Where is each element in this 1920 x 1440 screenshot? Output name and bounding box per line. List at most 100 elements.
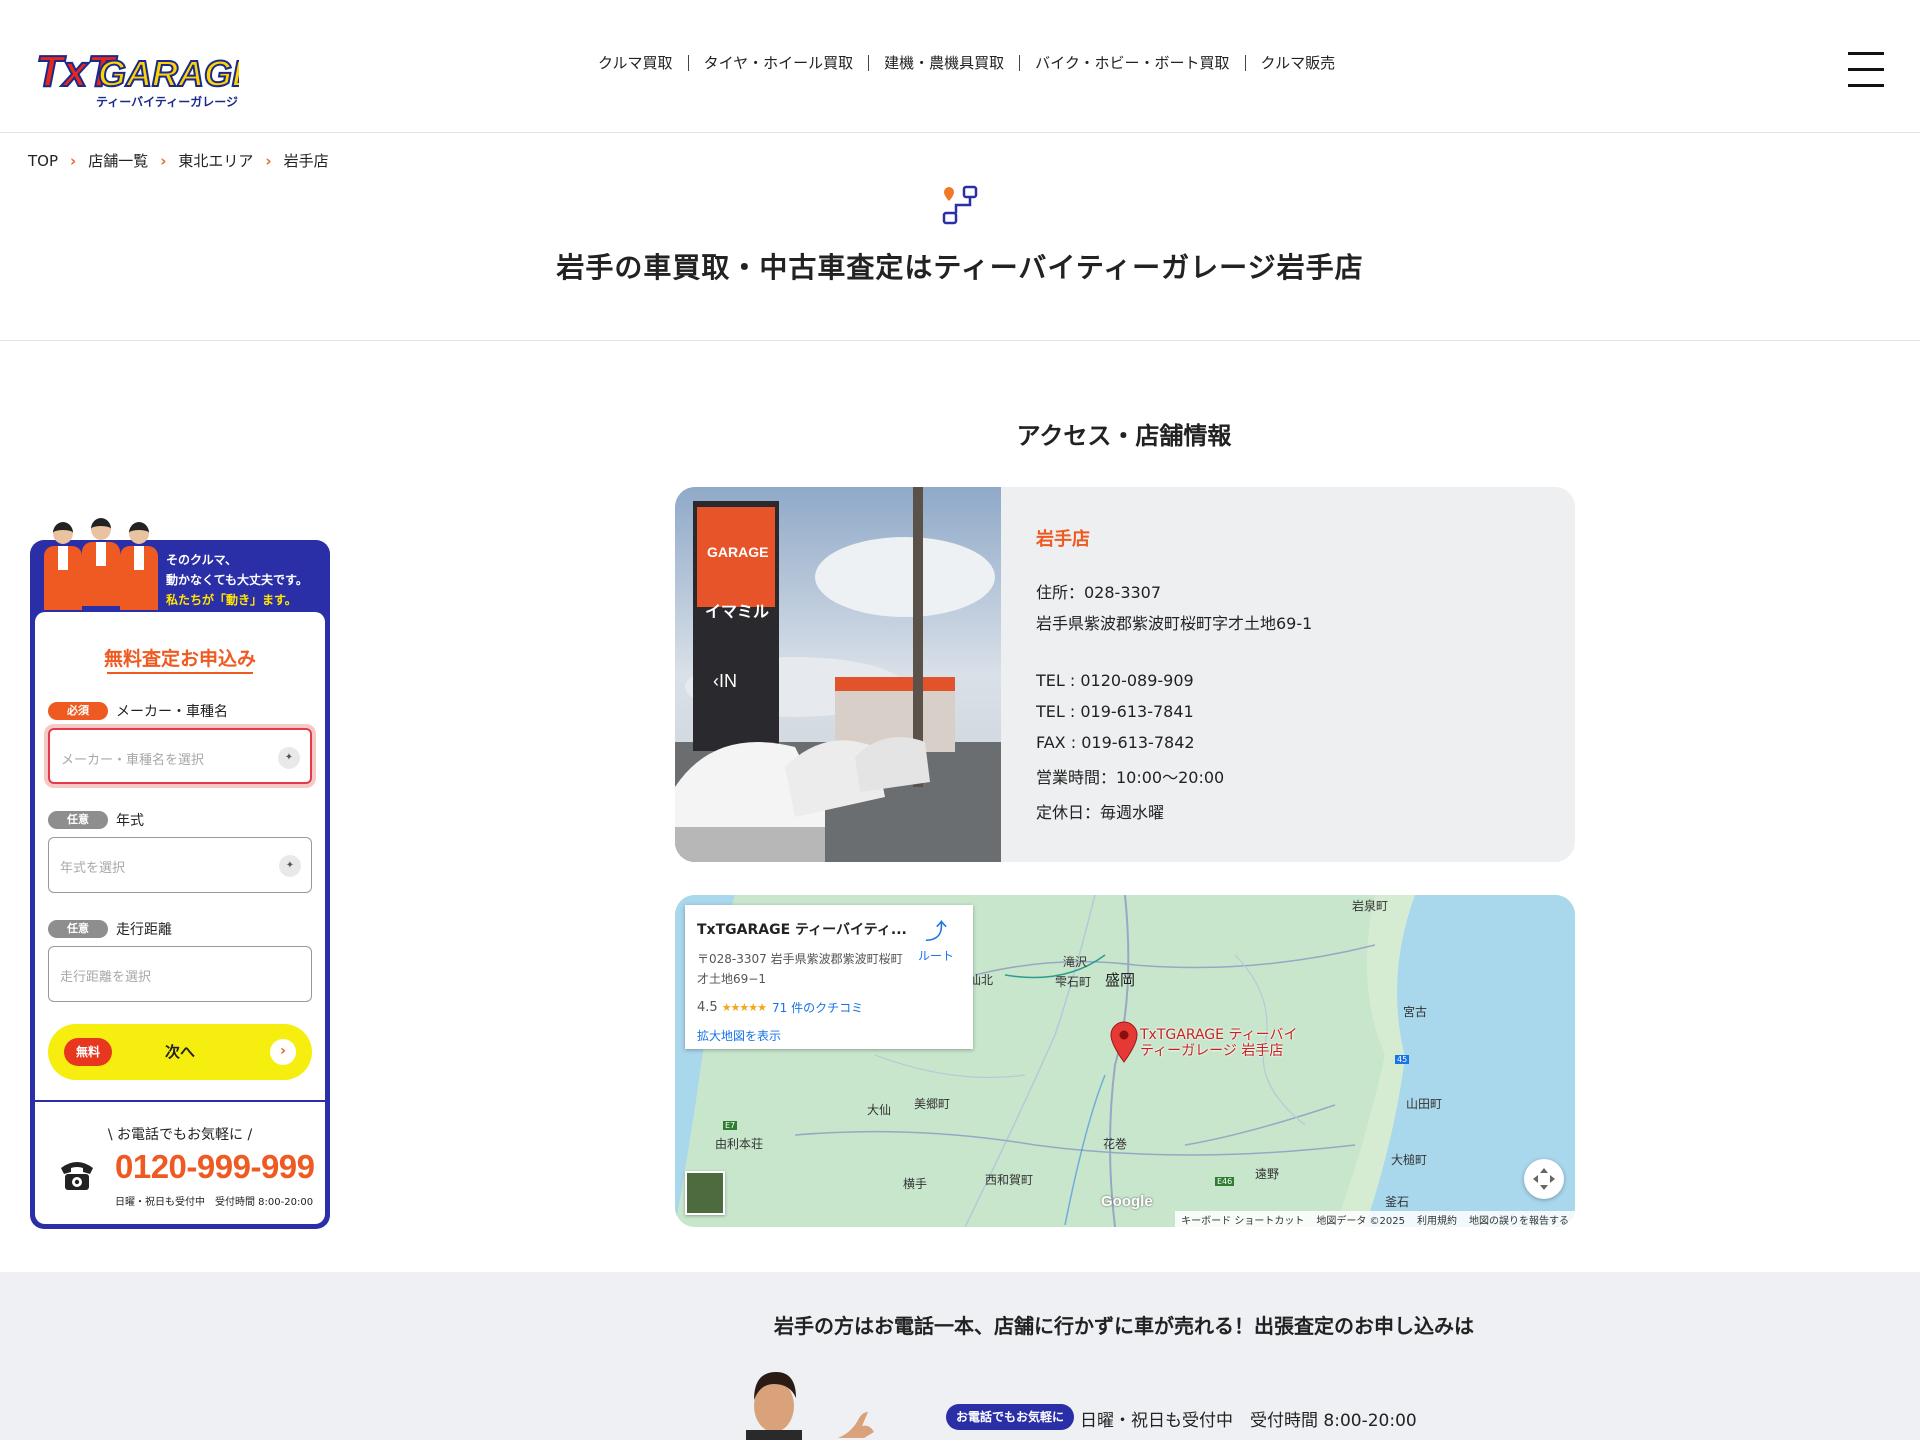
photo-sign-in: ‹IN <box>713 671 737 691</box>
divider <box>35 1100 325 1102</box>
page-title: 岩手の車買取・中古車査定はティーバイティーガレージ岩手店 <box>556 251 1364 284</box>
google-map[interactable]: 岩泉町 滝沢 雫石町 盛岡 仙北 宮古 山田町 大仙 美郷町 花巻 由利本荘 大… <box>675 895 1575 1227</box>
phone-cta-band: 岩手の方はお電話一本、店舗に行かずに車が売れる！出張査定のお申し込みは お電話で… <box>0 1272 1920 1440</box>
next-button[interactable]: 無料 次へ › <box>48 1024 312 1080</box>
store-postal: 住所：028-3307 <box>1036 583 1162 602</box>
map-card-rating: 4.5 ★★★★★ 71 件のクチコミ <box>697 999 863 1016</box>
form-title-underline <box>107 672 253 674</box>
svg-text:GARAGE: GARAGE <box>707 544 768 560</box>
band-title: 岩手の方はお電話一本、店舗に行かずに車が売れる！出張査定のお申し込みは <box>774 1314 1474 1338</box>
report-error-link[interactable]: 地図の誤りを報告する <box>1469 1212 1569 1227</box>
store-photo: GARAGE イマミル ‹IN <box>675 487 1001 862</box>
breadcrumb-tohoku[interactable]: 東北エリア <box>178 150 253 171</box>
banner-text: そのクルマ、 動かなくても大丈夫です。 私たちが「動き」ます。 <box>166 553 308 607</box>
hand-gesture-icon <box>838 1412 874 1438</box>
staff-illustration <box>82 518 120 610</box>
map-place-card: TxTGARAGE ティーバイティ... 〒028-3307 岩手県紫波郡紫波町… <box>685 905 973 1049</box>
breadcrumb: TOP › 店舗一覧 › 東北エリア › 岩手店 <box>28 150 329 171</box>
logo-graphic: TxT GARAGE ティーバイティーガレージ <box>35 46 258 109</box>
staff-illustration <box>120 522 158 614</box>
map-road-45: 45 <box>1395 1055 1410 1064</box>
map-place-otsuchi: 大槌町 <box>1391 1153 1428 1167</box>
year-select[interactable]: 年式を選択 ✦ <box>48 837 312 893</box>
global-nav: クルマ買取 タイヤ・ホイール買取 建機・農機具買取 バイク・ホビー・ボート買取 … <box>598 52 1335 73</box>
map-place-morioka: 盛岡 <box>1105 971 1136 989</box>
maker-model-select[interactable]: メーカー・車種名を選択 ✦ <box>48 728 312 784</box>
widget-banner: そのクルマ、 動かなくても大丈夫です。 私たちが「動き」ます。 <box>30 518 330 620</box>
nav-divider <box>1244 54 1246 71</box>
store-closed-day: 定休日：毎週水曜 <box>1036 803 1165 822</box>
nav-divider <box>1019 54 1021 71</box>
map-road-e7: E7 <box>723 1121 738 1130</box>
route-map-icon <box>942 185 978 225</box>
map-place-kamaishi: 釜石 <box>1385 1195 1410 1209</box>
breadcrumb-store-list[interactable]: 店舗一覧 <box>88 150 148 171</box>
map-road-e46: E46 <box>1215 1177 1235 1186</box>
quote-form: 無料査定お申込み 必須 メーカー・車種名 メーカー・車種名を選択 ✦ 任意 年式… <box>35 612 325 1224</box>
map-card-title: TxTGARAGE ティーバイティ... <box>697 922 907 938</box>
map-place-miyako: 宮古 <box>1403 1005 1428 1019</box>
nav-car-buying[interactable]: クルマ買取 <box>598 52 673 73</box>
optional-badge: 任意 <box>48 811 108 829</box>
nav-divider <box>687 54 689 71</box>
map-place-yokote: 横手 <box>903 1177 928 1191</box>
fullscreen-button[interactable] <box>1524 1159 1564 1199</box>
form-title: 無料査定お申込み <box>103 648 256 670</box>
optional-badge: 任意 <box>48 920 108 938</box>
map-data-credit: 地図データ ©2025 <box>1316 1215 1405 1227</box>
map-place-takizawa: 滝沢 <box>1063 955 1088 969</box>
store-details: 岩手店 住所：028-3307 岩手県紫波郡紫波町桜町字才土地69-1 TEL … <box>1036 525 1312 828</box>
map-place-yamada: 山田町 <box>1406 1097 1443 1111</box>
maker-model-placeholder: メーカー・車種名を選択 <box>61 753 205 768</box>
logo-garage-mark: GARAGE <box>98 53 239 94</box>
terms-link[interactable]: 利用規約 <box>1417 1212 1457 1227</box>
phone-number[interactable]: 0120-999-999 <box>115 1148 315 1186</box>
photo-sign-brand: イマミル <box>705 602 769 621</box>
satellite-toggle[interactable] <box>685 1171 725 1215</box>
band-hours: 日曜・祝日も受付中 受付時間 8:00-20:00 <box>1080 1411 1417 1431</box>
quote-form-widget: そのクルマ、 動かなくても大丈夫です。 私たちが「動き」ます。 無料査定お申込み… <box>30 518 330 1229</box>
map-place-shizukuishi: 雫石町 <box>1055 975 1092 989</box>
nav-bike-hobby-boat[interactable]: バイク・ホビー・ボート買取 <box>1035 52 1229 73</box>
breadcrumb-current: 岩手店 <box>283 152 329 170</box>
spokesperson-photo <box>746 1372 802 1440</box>
divider <box>0 340 1920 341</box>
map-place-nishiwaga: 西和賀町 <box>985 1173 1034 1187</box>
required-badge: 必須 <box>48 702 108 720</box>
nav-car-sales[interactable]: クルマ販売 <box>1261 52 1336 73</box>
store-tel[interactable]: TEL : 019-613-7841 <box>1036 696 1312 727</box>
map-place-iwaizumi: 岩泉町 <box>1352 899 1389 913</box>
store-hours: 営業時間：10:00〜20:00 <box>1036 768 1225 787</box>
access-section-title: アクセス・店舗情報 <box>1016 422 1232 450</box>
view-larger-map-link[interactable]: 拡大地図を表示 <box>697 1027 781 1044</box>
mileage-select[interactable]: 走行距離を選択 <box>48 946 312 1002</box>
map-pin-icon[interactable] <box>1109 1021 1139 1063</box>
reviews-link[interactable]: 71 件のクチコミ <box>772 999 863 1016</box>
phone-caption: \ お電話でもお気軽に / <box>107 1127 253 1143</box>
site-logo[interactable]: TxT GARAGE ティーバイティーガレージ <box>34 40 258 112</box>
nav-divider <box>868 54 870 71</box>
directions-button[interactable]: ⤴ ルート <box>911 919 961 964</box>
site-header: TxT GARAGE ティーバイティーガレージ クルマ買取 タイヤ・ホイール買取… <box>0 0 1920 133</box>
store-name: 岩手店 <box>1036 529 1090 550</box>
google-logo: Google <box>1101 1193 1153 1210</box>
staff-illustration <box>44 522 82 614</box>
field-label-year: 任意 年式 <box>48 810 144 830</box>
map-card-address: 〒028-3307 岩手県紫波郡紫波町桜町才土地69−1 <box>697 952 903 986</box>
nav-tire-wheel[interactable]: タイヤ・ホイール買取 <box>704 52 854 73</box>
breadcrumb-top[interactable]: TOP <box>28 152 58 170</box>
chevron-right-icon: › <box>270 1039 296 1065</box>
store-tel-free[interactable]: TEL : 0120-089-909 <box>1036 665 1312 696</box>
star-rating-icon: ★★★★★ <box>721 1001 767 1014</box>
store-info-card: GARAGE イマミル ‹IN 岩手店 住所：028-3307 岩手県紫波郡紫波… <box>675 487 1575 862</box>
nav-machinery[interactable]: 建機・農機具買取 <box>884 52 1004 73</box>
store-address: 岩手県紫波郡紫波町桜町字才土地69-1 <box>1036 614 1313 633</box>
keyboard-shortcuts-link[interactable]: キーボード ショートカット <box>1181 1212 1304 1227</box>
map-pin-label: TxTGARAGE ティーバイ ティーガレージ 岩手店 <box>1140 1027 1298 1059</box>
phone-hours: 日曜・祝日も受付中 受付時間 8:00-20:00 <box>115 1197 314 1208</box>
telephone-icon <box>61 1162 93 1190</box>
chevron-right-icon: › <box>265 151 272 170</box>
map-place-misato: 美郷町 <box>914 1097 951 1111</box>
menu-icon[interactable] <box>1848 52 1884 88</box>
map-place-tono: 遠野 <box>1255 1167 1280 1181</box>
